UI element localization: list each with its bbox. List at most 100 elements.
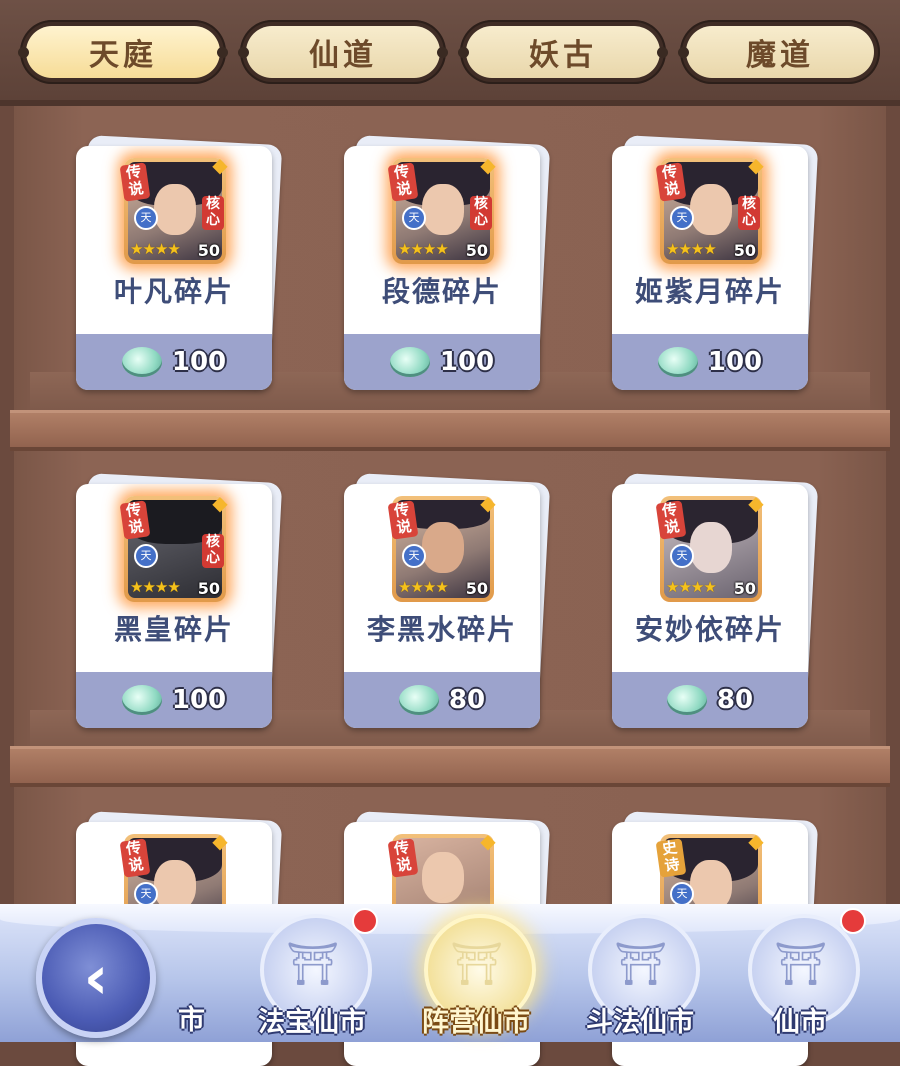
tab-label: 魔道 — [686, 26, 874, 78]
gate-icon: ⛩ — [774, 939, 828, 988]
card-front: 传说 ◆ 天 ★★★★ 50 李黑水碎片 80 — [344, 484, 540, 728]
shop-card[interactable]: 传说 核心 ◆ 天 ★★★★ 50 姬紫月碎片 100 — [611, 135, 819, 390]
card-front: 传说 核心 ◆ 天 ★★★★ 50 叶凡碎片 100 — [76, 146, 272, 390]
nav-xian-market[interactable]: ⛩ 仙市 — [740, 908, 866, 1042]
rank-tag: 传说 — [655, 162, 687, 202]
rank-tag: 传说 — [655, 500, 687, 540]
back-button[interactable]: ‹ — [36, 918, 156, 1038]
puzzle-piece-icon: ◆ — [748, 491, 764, 515]
star-rating-icon: ★★★★ — [666, 578, 717, 596]
nav-doufa-market[interactable]: ⛩ 斗法仙市 — [580, 910, 700, 1042]
hero-portrait: 传说 核心 ◆ 天 ★★★★ 50 — [119, 154, 228, 264]
hero-portrait: 传说 核心 ◆ 天 ★★★★ 50 — [655, 154, 764, 264]
shop-card[interactable]: 传说 核心 ◆ 天 ★★★★ 50 段德碎片 100 — [343, 135, 551, 390]
back-arrow-icon: ‹ — [83, 943, 109, 1013]
item-name: 姬紫月碎片 — [634, 275, 785, 308]
tab-yaogu[interactable]: 妖古 — [458, 20, 668, 84]
price: 100 — [76, 672, 272, 728]
hero-portrait: 传说 ◆ 天 ★★★★ 50 — [655, 492, 764, 602]
nav-label: 阵营仙市 — [422, 1007, 530, 1038]
tab-dot-left — [678, 47, 689, 58]
faction-badge: 天 — [134, 882, 158, 906]
nav-partial-label[interactable]: 市 — [178, 998, 205, 1037]
nav-label: 仙市 — [773, 1007, 827, 1038]
card-front: 传说 ◆ 天 ★★★★ 50 安妙依碎片 80 — [612, 484, 808, 728]
price-amount: 80 — [716, 685, 754, 715]
price-amount: 100 — [171, 347, 227, 377]
notification-badge — [840, 908, 866, 934]
hero-portrait: 传说 ◆ 天 ★★★★ 50 — [387, 492, 496, 602]
puzzle-piece-icon: ◆ — [748, 153, 764, 177]
faction-badge: 天 — [670, 882, 694, 906]
puzzle-piece-icon: ◆ — [480, 829, 496, 853]
nav-fabao-market[interactable]: ⛩ 法宝仙市 — [252, 908, 378, 1042]
jade-currency-icon — [389, 347, 430, 377]
tab-label: 天庭 — [26, 26, 220, 78]
star-rating-icon: ★★★★ — [666, 240, 717, 258]
hero-portrait: 传说 核心 ◆ 天 ★★★★ 50 — [387, 154, 496, 264]
notification-badge — [352, 908, 378, 934]
nav-label: 法宝仙市 — [258, 1007, 366, 1038]
price: 100 — [612, 334, 808, 390]
rank-tag: 传说 — [387, 500, 419, 540]
tab-dot-left — [18, 47, 29, 58]
rank-tag: 史诗 — [655, 838, 687, 878]
puzzle-piece-icon: ◆ — [748, 829, 764, 853]
puzzle-piece-icon: ◆ — [480, 491, 496, 515]
level-text: 50 — [465, 241, 488, 260]
core-tag: 核心 — [202, 534, 224, 568]
price-amount: 100 — [707, 347, 763, 377]
faction-badge: 天 — [134, 206, 158, 230]
price: 100 — [76, 334, 272, 390]
rank-tag: 传说 — [119, 162, 151, 202]
nav-label: 斗法仙市 — [586, 1007, 694, 1038]
jade-currency-icon — [398, 685, 439, 715]
tab-dot-right — [437, 47, 448, 58]
faction-badge: 天 — [670, 206, 694, 230]
rank-tag: 传说 — [119, 838, 151, 878]
faction-badge: 天 — [670, 544, 694, 568]
item-name: 李黑水碎片 — [366, 613, 517, 646]
shop-card[interactable]: 传说 ◆ 天 ★★★★ 50 安妙依碎片 80 — [611, 473, 819, 728]
item-name: 黑皇碎片 — [113, 613, 234, 646]
price: 80 — [344, 672, 540, 728]
star-rating-icon: ★★★★ — [398, 578, 449, 596]
rank-tag: 传说 — [387, 838, 419, 878]
tab-xiandao[interactable]: 仙道 — [238, 20, 448, 84]
star-rating-icon: ★★★★ — [130, 578, 181, 596]
item-name: 安妙依碎片 — [634, 613, 785, 646]
level-text: 50 — [733, 579, 756, 598]
nav-faction-market[interactable]: ⛩ 阵营仙市 — [416, 910, 536, 1042]
item-name: 叶凡碎片 — [113, 275, 234, 308]
tab-modao[interactable]: 魔道 — [678, 20, 880, 84]
tab-dot-right — [217, 47, 228, 58]
price-amount: 100 — [439, 347, 495, 377]
price-amount: 100 — [171, 685, 227, 715]
shop-card[interactable]: 传说 核心 ◆ 天 ★★★★ 50 叶凡碎片 100 — [75, 135, 283, 390]
shelf-plank — [10, 746, 890, 787]
tab-dot-left — [238, 47, 249, 58]
core-tag: 核心 — [470, 196, 492, 230]
price-amount: 80 — [448, 685, 486, 715]
gate-icon: ⛩ — [286, 939, 340, 988]
shop-card[interactable]: 传说 核心 ◆ 天 ★★★★ 50 黑皇碎片 100 — [75, 473, 283, 728]
price: 80 — [612, 672, 808, 728]
level-text: 50 — [733, 241, 756, 260]
star-rating-icon: ★★★★ — [130, 240, 181, 258]
puzzle-piece-icon: ◆ — [212, 491, 228, 515]
hero-portrait: 传说 核心 ◆ 天 ★★★★ 50 — [119, 492, 228, 602]
tab-dot-left — [458, 47, 469, 58]
faction-badge: 天 — [134, 544, 158, 568]
shop-card[interactable]: 传说 ◆ 天 ★★★★ 50 李黑水碎片 80 — [343, 473, 551, 728]
card-front: 传说 核心 ◆ 天 ★★★★ 50 段德碎片 100 — [344, 146, 540, 390]
core-tag: 核心 — [738, 196, 760, 230]
card-front: 传说 核心 ◆ 天 ★★★★ 50 姬紫月碎片 100 — [612, 146, 808, 390]
rank-tag: 传说 — [387, 162, 419, 202]
puzzle-piece-icon: ◆ — [212, 829, 228, 853]
star-rating-icon: ★★★★ — [398, 240, 449, 258]
item-name: 段德碎片 — [381, 275, 502, 308]
puzzle-piece-icon: ◆ — [480, 153, 496, 177]
core-tag: 核心 — [202, 196, 224, 230]
tab-tianting[interactable]: 天庭 — [18, 20, 228, 84]
tab-dot-right — [657, 47, 668, 58]
